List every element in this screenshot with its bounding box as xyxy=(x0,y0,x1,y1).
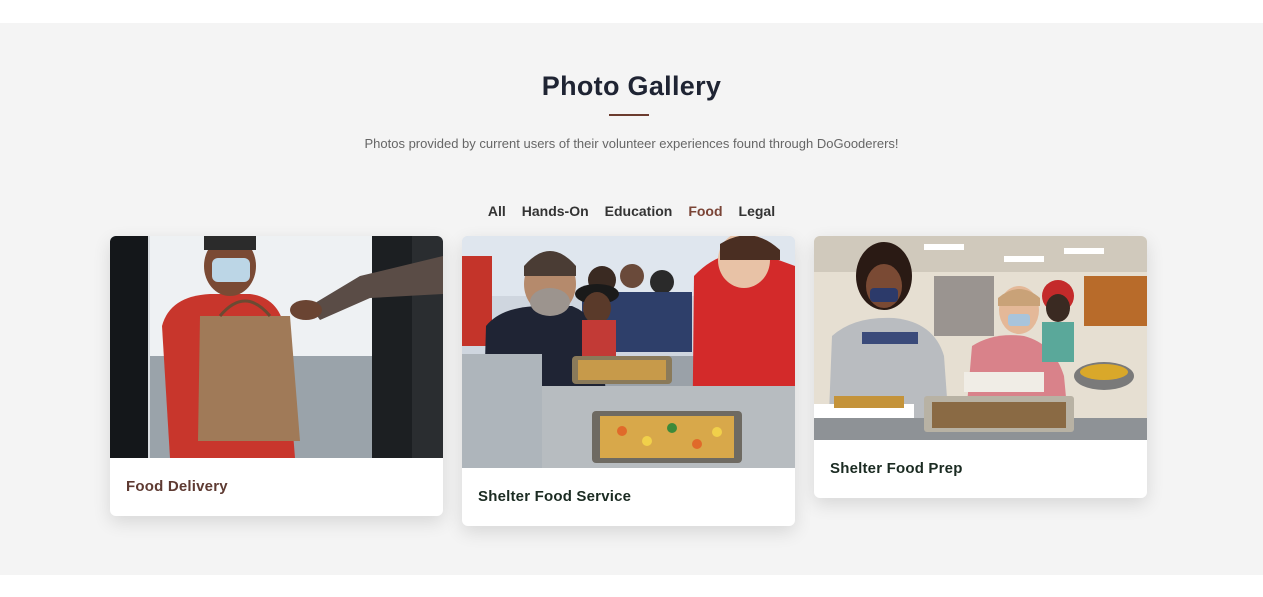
filter-hands-on[interactable]: Hands-On xyxy=(522,202,589,220)
card-title[interactable]: Food Delivery xyxy=(126,478,228,496)
filter-all[interactable]: All xyxy=(488,202,506,220)
filter-food[interactable]: Food xyxy=(688,202,722,220)
page-title: Photo Gallery xyxy=(541,71,722,101)
shelter-food-prep-photo[interactable] xyxy=(814,236,1147,440)
gallery-subtitle: Photos provided by current users of thei… xyxy=(364,136,899,151)
card-title[interactable]: Shelter Food Service xyxy=(478,488,631,506)
title-divider xyxy=(609,114,649,116)
card-title[interactable]: Shelter Food Prep xyxy=(830,460,963,478)
gallery-card-shelter-food-service[interactable]: Shelter Food Service xyxy=(462,236,795,526)
gallery-card-shelter-food-prep[interactable]: Shelter Food Prep xyxy=(814,236,1147,498)
filter-legal[interactable]: Legal xyxy=(739,202,776,220)
filter-bar: All Hands-On Education Food Legal xyxy=(0,202,1263,220)
gallery-card-food-delivery[interactable]: Food Delivery xyxy=(110,236,443,516)
filter-education[interactable]: Education xyxy=(605,202,673,220)
food-delivery-photo[interactable] xyxy=(110,236,443,458)
shelter-food-service-photo[interactable] xyxy=(462,236,795,468)
